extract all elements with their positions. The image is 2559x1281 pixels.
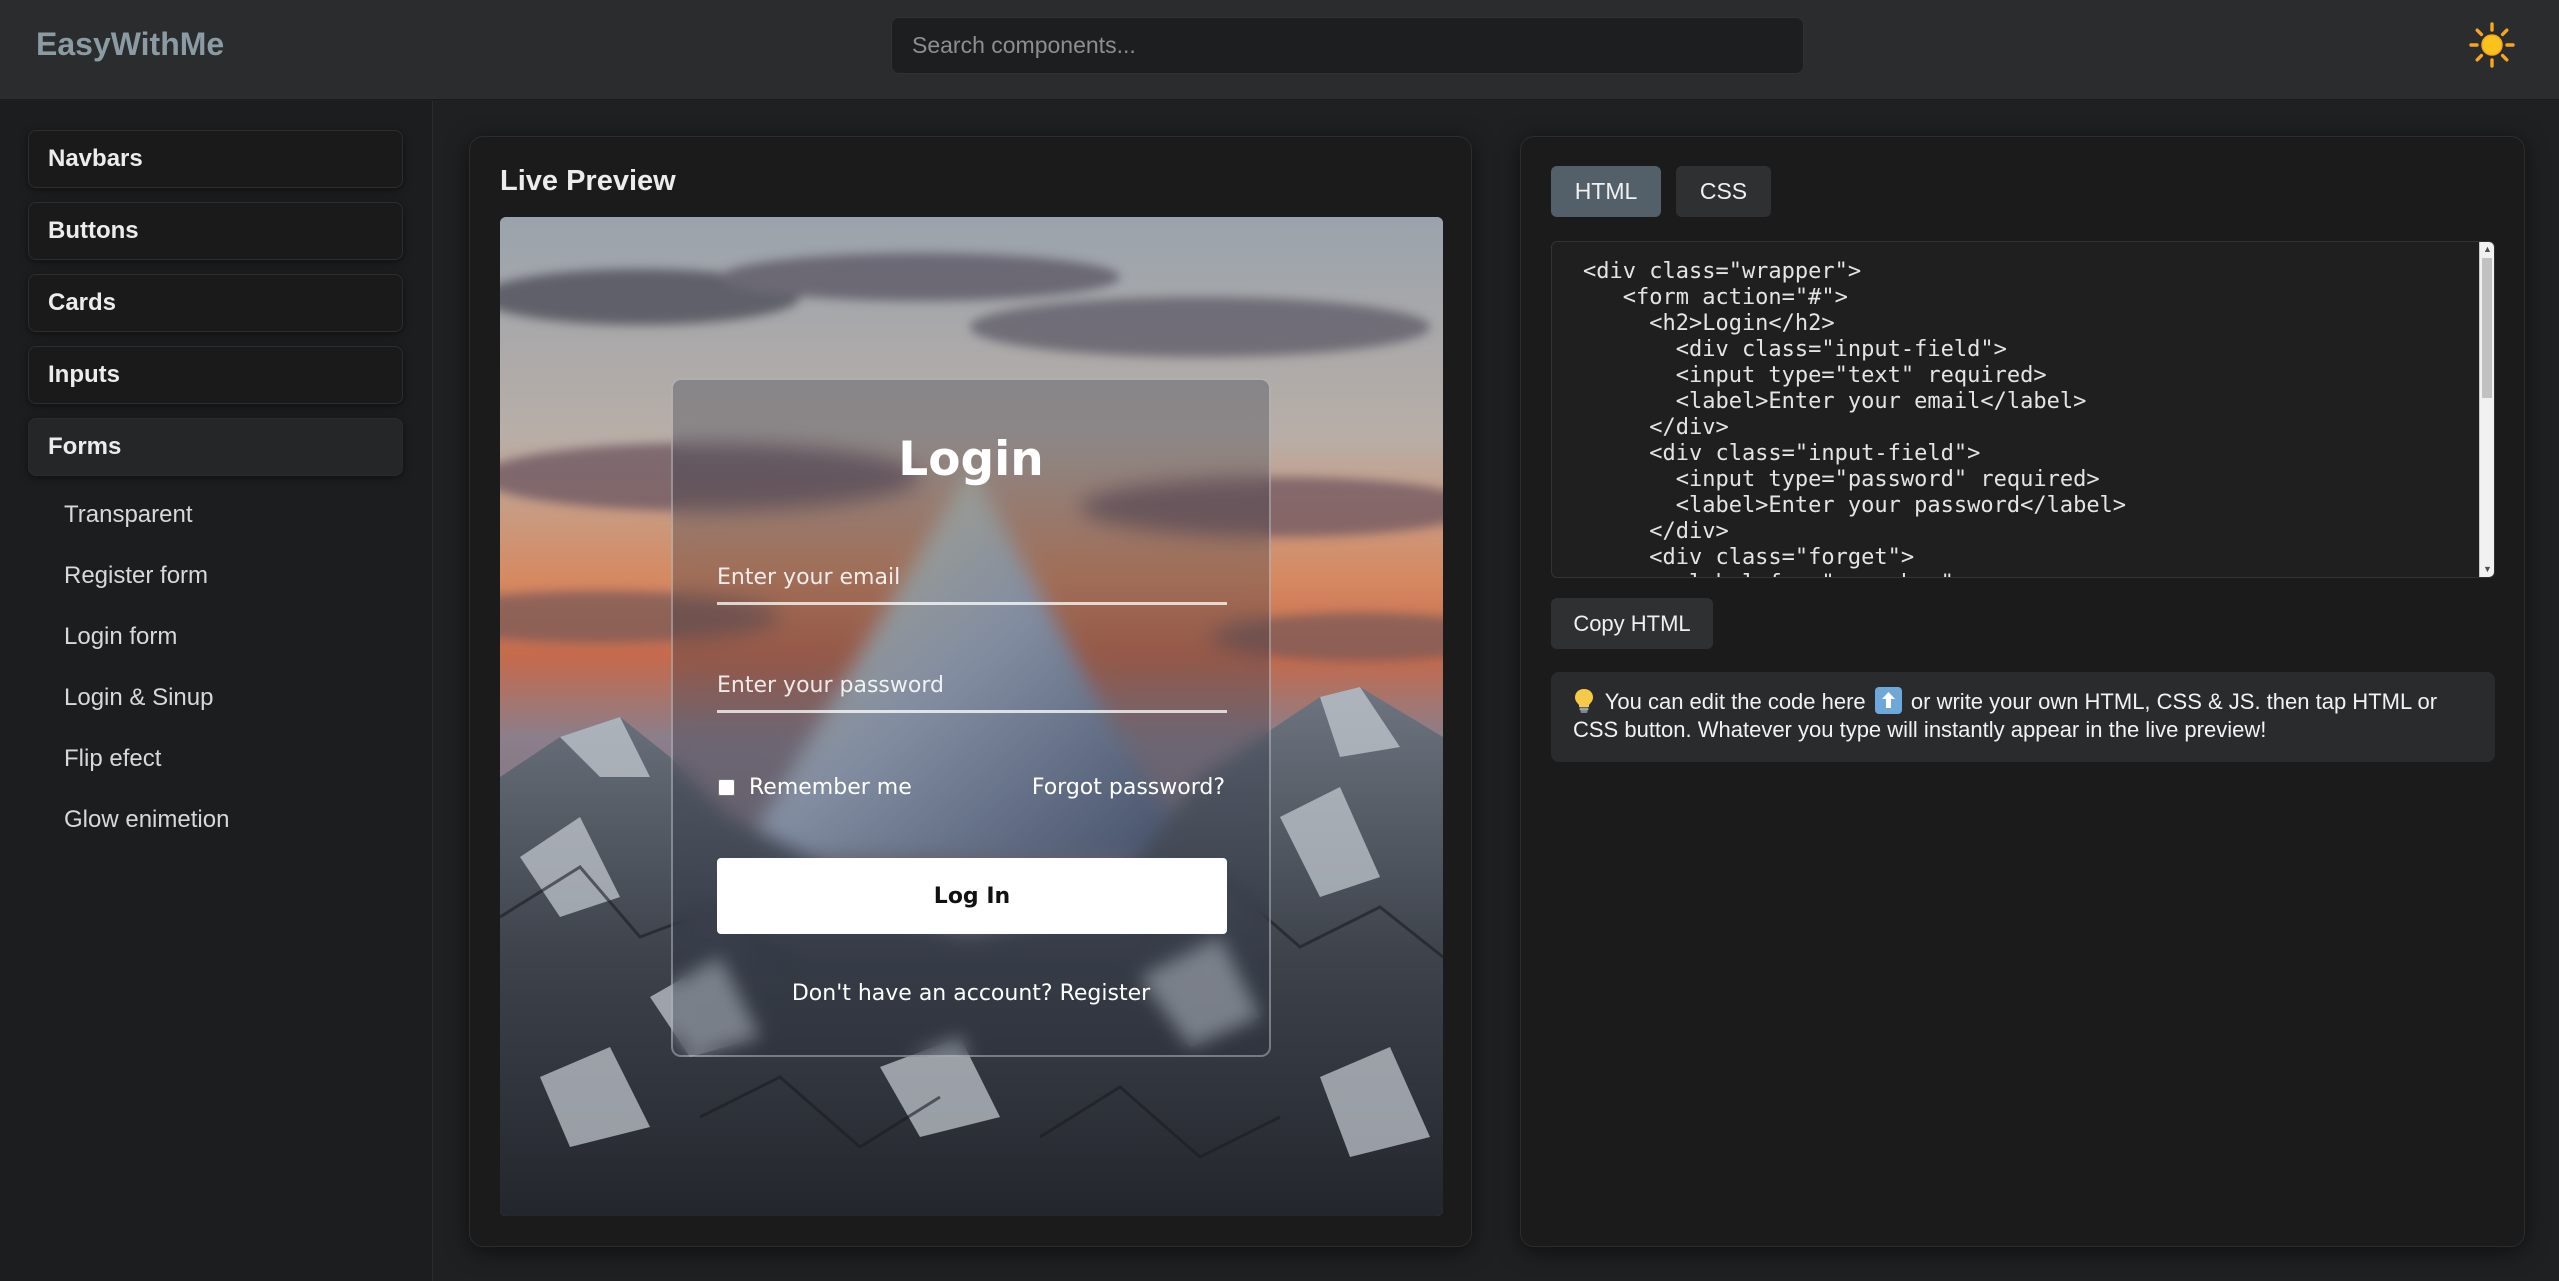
sun-icon[interactable] [2468,21,2516,69]
lightbulb-icon [1573,688,1595,714]
live-preview-title: Live Preview [500,165,676,197]
sidebar-subitem-glow-animation[interactable]: Glow enimetion [64,806,229,834]
sidebar-item-forms[interactable]: Forms [28,418,403,476]
remember-me-label: Remember me [749,775,912,800]
forgot-password-link[interactable]: Forgot password? [1032,775,1225,800]
sidebar: Navbars Buttons Cards Inputs Forms Trans… [0,101,433,1281]
tip-text-part1: You can edit the code here [1604,689,1866,714]
password-input[interactable] [717,653,1227,710]
login-button[interactable]: Log In [717,858,1227,934]
login-card: Login Remember me Forgot password? Log I… [671,378,1271,1057]
scroll-down-icon[interactable]: ▼ [2480,562,2494,577]
sidebar-item-cards[interactable]: Cards [28,274,403,332]
scrollbar-thumb[interactable] [2482,258,2492,398]
sidebar-subitem-flip-effect[interactable]: Flip efect [64,745,161,773]
code-editor-text[interactable]: <div class="wrapper"> <form action="#"> … [1583,259,2126,577]
preview-frame: Login Remember me Forgot password? Log I… [500,217,1443,1216]
sidebar-item-inputs[interactable]: Inputs [28,346,403,404]
password-field [717,653,1227,713]
sidebar-subitem-transparent[interactable]: Transparent [64,501,193,529]
tab-css[interactable]: CSS [1676,166,1771,217]
remember-me-option[interactable]: Remember me [717,775,912,800]
code-editor-scrollbar[interactable]: ▲ ▼ [2479,242,2494,577]
code-editor-panel: HTML CSS <div class="wrapper"> <form act… [1520,136,2525,1247]
live-preview-panel: Live Preview Login Enter your email Reme… [469,136,1472,1247]
remember-me-checkbox[interactable] [718,779,735,796]
sidebar-subitem-login-form[interactable]: Login form [64,623,177,651]
copy-html-button[interactable]: Copy HTML [1551,598,1713,649]
sidebar-item-buttons[interactable]: Buttons [28,202,403,260]
register-prompt: Don't have an account? Register [673,981,1269,1006]
sidebar-subitem-login-signup[interactable]: Login & Sinup [64,684,213,712]
scroll-up-icon[interactable]: ▲ [2480,242,2494,257]
search-input[interactable] [891,17,1804,74]
brand-logo[interactable]: EasyWithMe [36,26,224,63]
login-heading: Login [898,432,1044,487]
register-link[interactable]: Register [1060,981,1151,1006]
sidebar-item-navbars[interactable]: Navbars [28,130,403,188]
email-input[interactable] [717,545,1227,602]
top-header: EasyWithMe [0,0,2559,100]
sidebar-subitem-register-form[interactable]: Register form [64,562,208,590]
up-arrow-icon [1874,687,1902,714]
register-prompt-text: Don't have an account? [791,981,1053,1006]
tab-html[interactable]: HTML [1551,166,1661,217]
tip-message: You can edit the code here or write your… [1551,672,2495,762]
email-field [717,545,1227,605]
code-editor[interactable]: <div class="wrapper"> <form action="#"> … [1551,241,2495,578]
